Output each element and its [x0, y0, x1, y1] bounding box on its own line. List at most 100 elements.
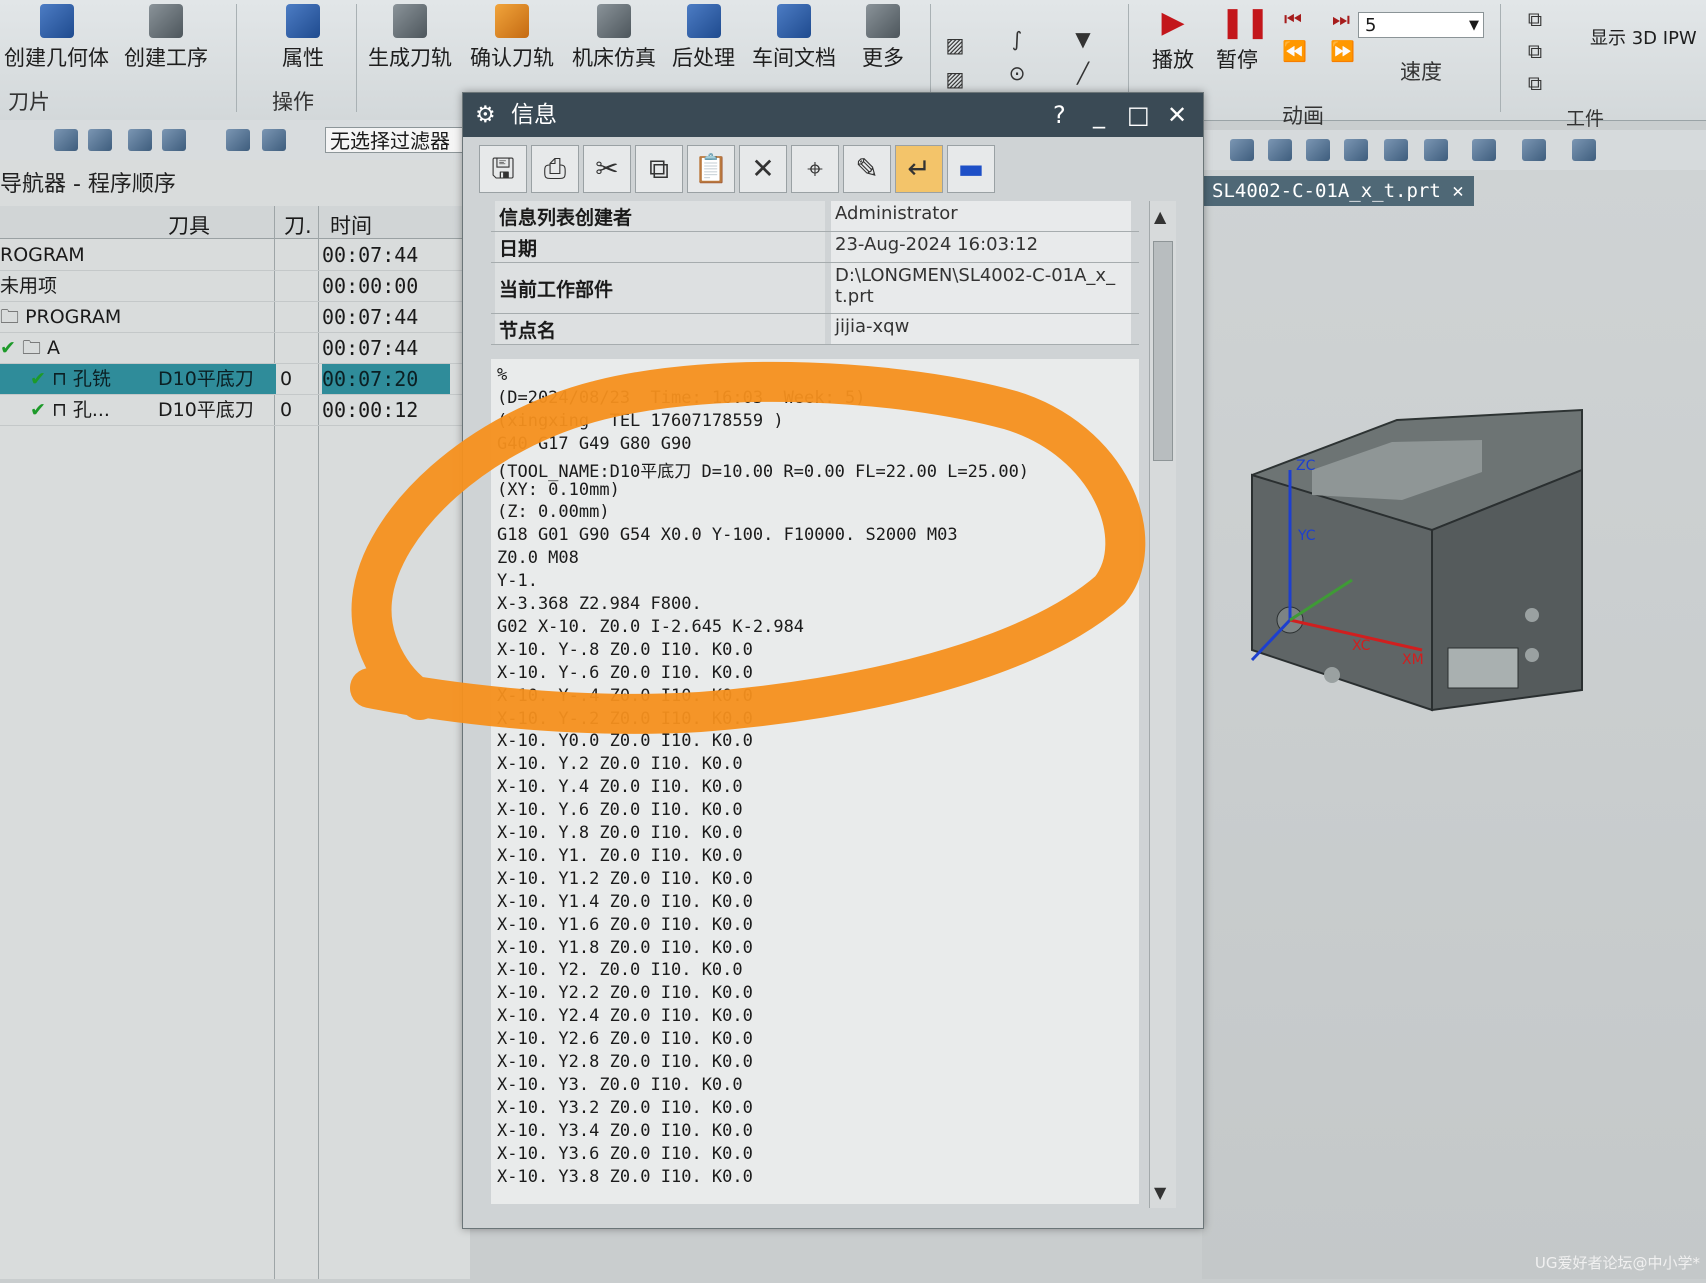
pan-icon[interactable]: [1344, 139, 1368, 161]
play-button[interactable]: ▶ 播放: [1152, 6, 1194, 74]
table-row[interactable]: ✔ 🗀 A 00:07:44: [0, 333, 470, 364]
line-icon[interactable]: ╱: [1072, 62, 1094, 84]
paste-button[interactable]: 📋: [687, 145, 735, 193]
table-row[interactable]: ROGRAM 00:07:44: [0, 240, 470, 271]
cut-button[interactable]: ✂: [583, 145, 631, 193]
code-line: (XY: 0.10mm): [497, 479, 620, 500]
render-style-icon[interactable]: [1384, 139, 1408, 161]
layer-icon[interactable]: [1424, 139, 1448, 161]
step-forward-icon[interactable]: ⏭: [1330, 8, 1352, 30]
divider: [236, 4, 237, 112]
table-row[interactable]: ✔ ⊓ 孔铣 D10平底刀 0 00:07:20: [0, 364, 470, 395]
code-line: X-10. Y3.6 Z0.0 I10. K0.0: [497, 1143, 753, 1164]
info-dialog: ⚙ 信息 ? _ □ ✕ 🖫 ⎙ ✂ ⧉ 📋 ✕ ⌖ ✎ ↵ ▬ 信息列表创建者…: [462, 92, 1204, 1229]
code-line: X-3.368 Z2.984 F800.: [497, 594, 702, 614]
table-row[interactable]: 未用项 00:00:00: [0, 271, 470, 302]
code-line: (Z: 0.00mm): [497, 502, 610, 523]
workpiece-icon[interactable]: ⧉: [1524, 40, 1546, 62]
generate-toolpath-button[interactable]: 生成刀轨: [368, 4, 452, 72]
maximize-button[interactable]: □: [1127, 93, 1150, 137]
delete-icon: ✕: [751, 152, 775, 185]
hatch-icon[interactable]: ▨: [944, 34, 966, 56]
verify-toolpath-button[interactable]: 确认刀轨: [470, 4, 554, 72]
fast-forward-icon[interactable]: ⏩: [1330, 40, 1355, 62]
select-icon[interactable]: [128, 129, 152, 151]
properties-button[interactable]: 属性: [282, 4, 324, 72]
scroll-thumb[interactable]: [1153, 241, 1173, 461]
shade-icon[interactable]: [1472, 139, 1496, 161]
part-tab[interactable]: SL4002-C-01A_x_t.prt ✕: [1202, 176, 1474, 206]
table-row: 当前工作部件 D:\LONGMEN\SL4002-C-01A_x_t.prt: [491, 263, 1139, 314]
dialog-title-bar[interactable]: ⚙ 信息 ? _ □ ✕: [463, 93, 1203, 137]
target-icon[interactable]: ⊙: [1006, 62, 1028, 84]
save-button[interactable]: 🖫: [479, 145, 527, 193]
minimize-button[interactable]: _: [1093, 93, 1105, 137]
pause-icon: ❚❚: [1220, 5, 1271, 40]
collapse-button[interactable]: ▬: [947, 145, 995, 193]
highlight-button[interactable]: ✎: [843, 145, 891, 193]
copy-button[interactable]: ⧉: [635, 145, 683, 193]
rewind-icon[interactable]: ⏪: [1282, 40, 1307, 62]
help-button[interactable]: ?: [1053, 93, 1066, 137]
part-cutout: [1447, 647, 1519, 689]
tool-icon[interactable]: ▼: [1072, 28, 1094, 50]
folder-icon: 🗀: [0, 306, 20, 328]
select-icon[interactable]: [162, 129, 186, 151]
zoom-icon[interactable]: [1268, 139, 1292, 161]
workpiece-icon[interactable]: ⧉: [1524, 8, 1546, 30]
select-icon[interactable]: [54, 129, 78, 151]
scroll-down-icon[interactable]: ▼: [1154, 1183, 1166, 1202]
more-button[interactable]: 更多: [862, 4, 904, 72]
view-cube-icon[interactable]: [1522, 139, 1546, 161]
create-operation-button[interactable]: 创建工序: [124, 4, 208, 72]
print-button[interactable]: ⎙: [531, 145, 579, 193]
curve-icon[interactable]: ∫: [1006, 28, 1028, 50]
workpiece-icon[interactable]: ⧉: [1524, 72, 1546, 94]
group-label-blade: 刀片: [8, 90, 50, 114]
select-icon[interactable]: [262, 129, 286, 151]
navigator-title: 导航器 - 程序顺序: [0, 172, 176, 197]
code-line: (TOOL_NAME:D10平底刀 D=10.00 R=0.00 FL=22.0…: [497, 461, 1030, 482]
column-header-time[interactable]: 时间: [330, 210, 372, 240]
scroll-up-icon[interactable]: ▲: [1154, 207, 1166, 226]
fit-view-icon[interactable]: [1230, 139, 1254, 161]
pause-button[interactable]: ❚❚ 暂停: [1216, 5, 1271, 74]
hatch-icon[interactable]: ▨: [944, 68, 966, 90]
part-model: ZC YC XC XM: [1250, 408, 1583, 712]
geometry-icon: [39, 4, 74, 38]
close-button[interactable]: ✕: [1167, 93, 1187, 137]
gear-icon: ⚙: [475, 102, 496, 128]
orient-icon[interactable]: [1572, 139, 1596, 161]
column-header-tool[interactable]: 刀具: [168, 210, 210, 240]
scrollbar[interactable]: ▲ ▼: [1149, 201, 1176, 1208]
code-line: X-10. Y.2 Z0.0 I10. K0.0: [497, 754, 743, 775]
find-button[interactable]: ⌖: [791, 145, 839, 193]
code-line: X-10. Y2.6 Z0.0 I10. K0.0: [497, 1029, 753, 1050]
close-icon[interactable]: ✕: [1452, 180, 1463, 202]
speed-select[interactable]: 5 ▼: [1358, 12, 1484, 38]
operation-icon: ⊓: [51, 368, 67, 390]
column-header-tool-number[interactable]: 刀.: [284, 210, 312, 240]
postprocess-button[interactable]: 后处理: [672, 4, 735, 72]
machine-simulation-button[interactable]: 机床仿真: [572, 4, 656, 72]
view-toolbar: [1202, 130, 1706, 171]
nc-code-text[interactable]: % (D=2024/08/23 Time: 16:03 Week: 5) (xing…: [491, 359, 1139, 1204]
show-3d-ipw-button[interactable]: 显示 3D IPW: [1590, 24, 1697, 50]
table-row[interactable]: 🗀 PROGRAM 00:07:44: [0, 302, 470, 333]
select-icon[interactable]: [226, 129, 250, 151]
code-line: X-10. Y3. Z0.0 I10. K0.0: [497, 1074, 743, 1095]
graphics-window[interactable]: ZC YC XC XM: [1202, 170, 1706, 1279]
toolpath-icon: [393, 4, 427, 38]
selection-filter-select[interactable]: 无选择过滤器: [325, 127, 467, 153]
code-line: G18 G01 G90 G54 X0.0 Y-100. F10000. S200…: [497, 525, 958, 546]
create-geometry-button[interactable]: 创建几何体: [4, 4, 109, 72]
shop-documentation-button[interactable]: 车间文档: [752, 4, 836, 72]
select-icon[interactable]: [88, 129, 112, 151]
table-row[interactable]: ✔ ⊓ 孔... D10平底刀 0 00:00:12: [0, 395, 470, 426]
chevron-down-icon: ▼: [1469, 18, 1479, 33]
step-back-icon[interactable]: ⏮: [1282, 8, 1304, 30]
wrap-button[interactable]: ↵: [895, 145, 943, 193]
delete-button[interactable]: ✕: [739, 145, 787, 193]
rotate-icon[interactable]: [1306, 139, 1330, 161]
code-line: X-10. Y-.6 Z0.0 I10. K0.0: [497, 662, 753, 683]
